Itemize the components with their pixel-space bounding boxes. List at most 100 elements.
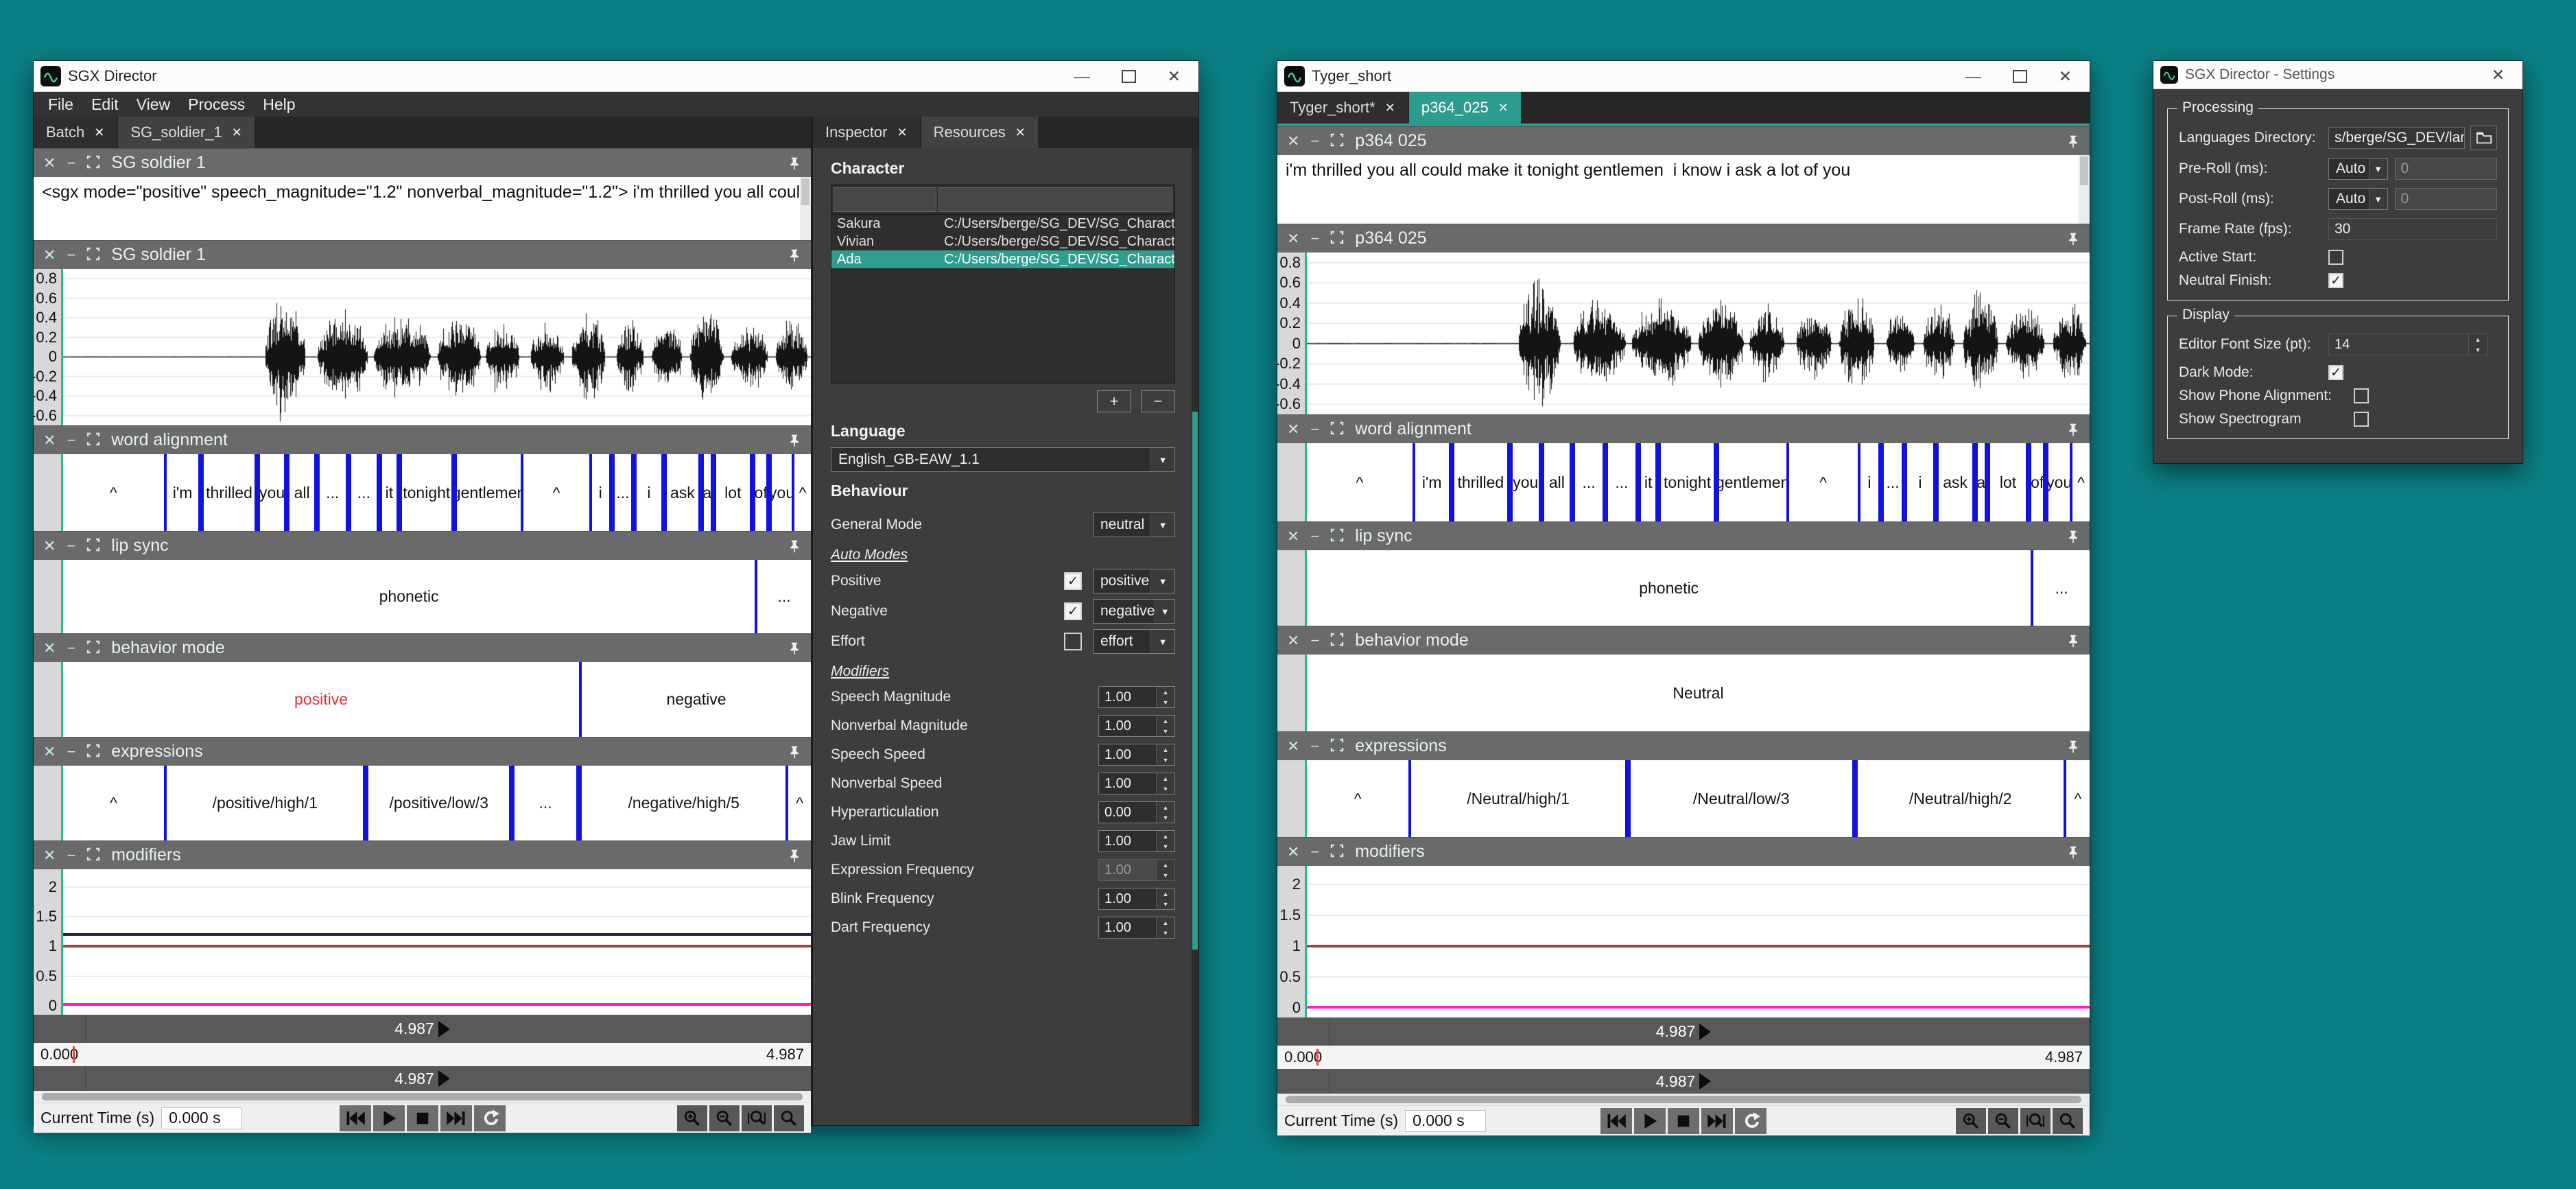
panel-expand-icon[interactable] bbox=[1330, 133, 1344, 150]
tab-close-icon[interactable]: ✕ bbox=[1498, 101, 1509, 115]
modifier-curve[interactable] bbox=[1307, 945, 2090, 947]
effort-checkbox[interactable] bbox=[1064, 633, 1082, 650]
panel-close-icon[interactable]: ✕ bbox=[43, 848, 56, 863]
modifier-spinner[interactable]: 0.00▲▼ bbox=[1098, 801, 1175, 823]
positive-dropdown[interactable]: positive▼ bbox=[1093, 569, 1175, 593]
stop-button[interactable] bbox=[407, 1105, 438, 1131]
playhead-cursor[interactable] bbox=[73, 1046, 75, 1063]
selection-span-top[interactable]: 4.987 bbox=[1277, 1017, 2090, 1046]
folder-browse-button[interactable] bbox=[2470, 126, 2497, 150]
waveform-canvas[interactable] bbox=[63, 269, 811, 425]
segment[interactable]: ... bbox=[1881, 443, 1904, 521]
pin-icon[interactable] bbox=[2066, 740, 2080, 753]
segment[interactable]: all bbox=[287, 454, 317, 531]
segment[interactable]: ^ bbox=[523, 454, 589, 531]
modifiers-plot[interactable] bbox=[1307, 866, 2090, 1017]
script-text-editor[interactable]: i'm thrilled you all could make it tonig… bbox=[1277, 155, 2090, 224]
panel-expand-icon[interactable] bbox=[86, 432, 100, 449]
tab-close-icon[interactable]: ✕ bbox=[1385, 101, 1395, 115]
playhead-cursor[interactable] bbox=[1316, 1049, 1319, 1066]
segment[interactable]: ... bbox=[1572, 443, 1605, 521]
segment[interactable]: Neutral bbox=[1307, 655, 2090, 731]
panel-minimize-icon[interactable]: − bbox=[67, 744, 75, 760]
play-button[interactable] bbox=[1634, 1108, 1666, 1134]
skip-end-button[interactable] bbox=[1701, 1108, 1733, 1134]
panel-minimize-icon[interactable]: − bbox=[67, 156, 75, 171]
modifier-spinner[interactable]: 1.00▲▼ bbox=[1098, 917, 1175, 939]
segment[interactable]: of bbox=[2029, 443, 2046, 521]
segment[interactable]: ... bbox=[348, 454, 380, 531]
segment[interactable]: ^ bbox=[788, 766, 811, 840]
panel-expand-icon[interactable] bbox=[86, 538, 100, 554]
panel-expand-icon[interactable] bbox=[86, 640, 100, 657]
panel-close-icon[interactable]: ✕ bbox=[43, 156, 56, 171]
pin-icon[interactable] bbox=[788, 641, 801, 655]
panel-minimize-icon[interactable]: − bbox=[1310, 633, 1319, 648]
panel-close-icon[interactable]: ✕ bbox=[1287, 422, 1299, 437]
panel-minimize-icon[interactable]: − bbox=[1310, 422, 1319, 437]
panel-minimize-icon[interactable]: − bbox=[1310, 231, 1319, 246]
segment[interactable]: thrilled bbox=[1452, 443, 1510, 521]
segment[interactable]: you bbox=[1510, 443, 1541, 521]
segment[interactable]: lot bbox=[713, 454, 753, 531]
panel-minimize-icon[interactable]: − bbox=[67, 539, 75, 554]
segment[interactable]: /Neutral/high/2 bbox=[1855, 760, 2066, 837]
general-mode-dropdown[interactable]: neutral ▼ bbox=[1093, 513, 1175, 537]
segment[interactable]: a bbox=[1975, 443, 1987, 521]
text-scrollbar[interactable] bbox=[2079, 155, 2090, 224]
panel-close-icon[interactable]: ✕ bbox=[43, 248, 56, 263]
selection-span-bottom[interactable]: 4.987 bbox=[34, 1066, 811, 1091]
spin-up-icon[interactable]: ▲ bbox=[2469, 334, 2487, 344]
languages-directory-field[interactable]: s/berge/SG_DEV/languages bbox=[2328, 127, 2465, 149]
modifier-curve[interactable] bbox=[63, 945, 811, 947]
segment[interactable]: ask bbox=[1936, 443, 1975, 521]
segment[interactable]: ^ bbox=[1307, 443, 1413, 521]
pin-icon[interactable] bbox=[2066, 423, 2080, 436]
character-row[interactable]: SakuraC:/Users/berge/SG_DEV/SG_Characte.… bbox=[831, 215, 1174, 233]
menu-help[interactable]: Help bbox=[254, 94, 304, 115]
pin-icon[interactable] bbox=[788, 434, 801, 447]
panel-minimize-icon[interactable]: − bbox=[1310, 845, 1319, 860]
segment[interactable]: ^ bbox=[2066, 760, 2090, 837]
skip-start-button[interactable] bbox=[1600, 1108, 1632, 1134]
panel-minimize-icon[interactable]: − bbox=[1310, 529, 1319, 544]
panel-minimize-icon[interactable]: − bbox=[67, 433, 75, 448]
segment[interactable]: gentlemen bbox=[454, 454, 523, 531]
segment[interactable]: ^ bbox=[2072, 443, 2090, 521]
pin-icon[interactable] bbox=[2066, 530, 2080, 543]
segment[interactable]: you bbox=[2046, 443, 2072, 521]
effort-dropdown[interactable]: effort▼ bbox=[1093, 629, 1175, 654]
show-spectrogram-checkbox[interactable] bbox=[2354, 412, 2369, 427]
script-text-editor[interactable]: <sgx mode="positive" speech_magnitude="1… bbox=[34, 177, 811, 240]
negative-checkbox[interactable]: ✓ bbox=[1064, 602, 1082, 620]
segment[interactable]: /Neutral/low/3 bbox=[1628, 760, 1855, 837]
panel-close-icon[interactable]: ✕ bbox=[1287, 231, 1299, 246]
panel-expand-icon[interactable] bbox=[1330, 528, 1344, 545]
pin-icon[interactable] bbox=[2066, 845, 2080, 859]
modifier-spinner[interactable]: 1.00▲▼ bbox=[1098, 744, 1175, 766]
neutral-finish-checkbox[interactable]: ✓ bbox=[2328, 273, 2343, 288]
segment[interactable]: gentlemen bbox=[1716, 443, 1789, 521]
panel-expand-icon[interactable] bbox=[1330, 633, 1344, 649]
character-row[interactable]: VivianC:/Users/berge/SG_DEV/SG_Characte.… bbox=[831, 233, 1174, 250]
current-time-field[interactable]: 0.000 s bbox=[1405, 1110, 1486, 1132]
dark-mode-checkbox[interactable]: ✓ bbox=[2328, 365, 2343, 380]
character-table[interactable]: SakuraC:/Users/berge/SG_DEV/SG_Characte.… bbox=[831, 185, 1175, 384]
inspector-scrollbar[interactable] bbox=[1192, 148, 1198, 1125]
pin-icon[interactable] bbox=[2066, 232, 2080, 246]
panel-expand-icon[interactable] bbox=[86, 155, 100, 172]
segment[interactable]: /negative/high/5 bbox=[579, 766, 788, 840]
spin-down-icon[interactable]: ▼ bbox=[2469, 344, 2487, 355]
add-character-button[interactable]: + bbox=[1097, 390, 1131, 412]
modifier-curve[interactable] bbox=[63, 1003, 811, 1006]
segment[interactable]: you bbox=[769, 454, 794, 531]
waveform-plot[interactable] bbox=[63, 269, 811, 425]
segment[interactable]: /positive/low/3 bbox=[366, 766, 512, 840]
panel-minimize-icon[interactable]: − bbox=[67, 641, 75, 656]
current-time-field[interactable]: 0.000 s bbox=[161, 1107, 242, 1129]
modifier-spinner[interactable]: 1.00▲▼ bbox=[1098, 888, 1175, 910]
maximize-icon[interactable] bbox=[1122, 70, 1136, 83]
segment[interactable]: ^ bbox=[794, 454, 811, 531]
menu-edit[interactable]: Edit bbox=[82, 94, 128, 115]
segment[interactable]: ... bbox=[612, 454, 635, 531]
